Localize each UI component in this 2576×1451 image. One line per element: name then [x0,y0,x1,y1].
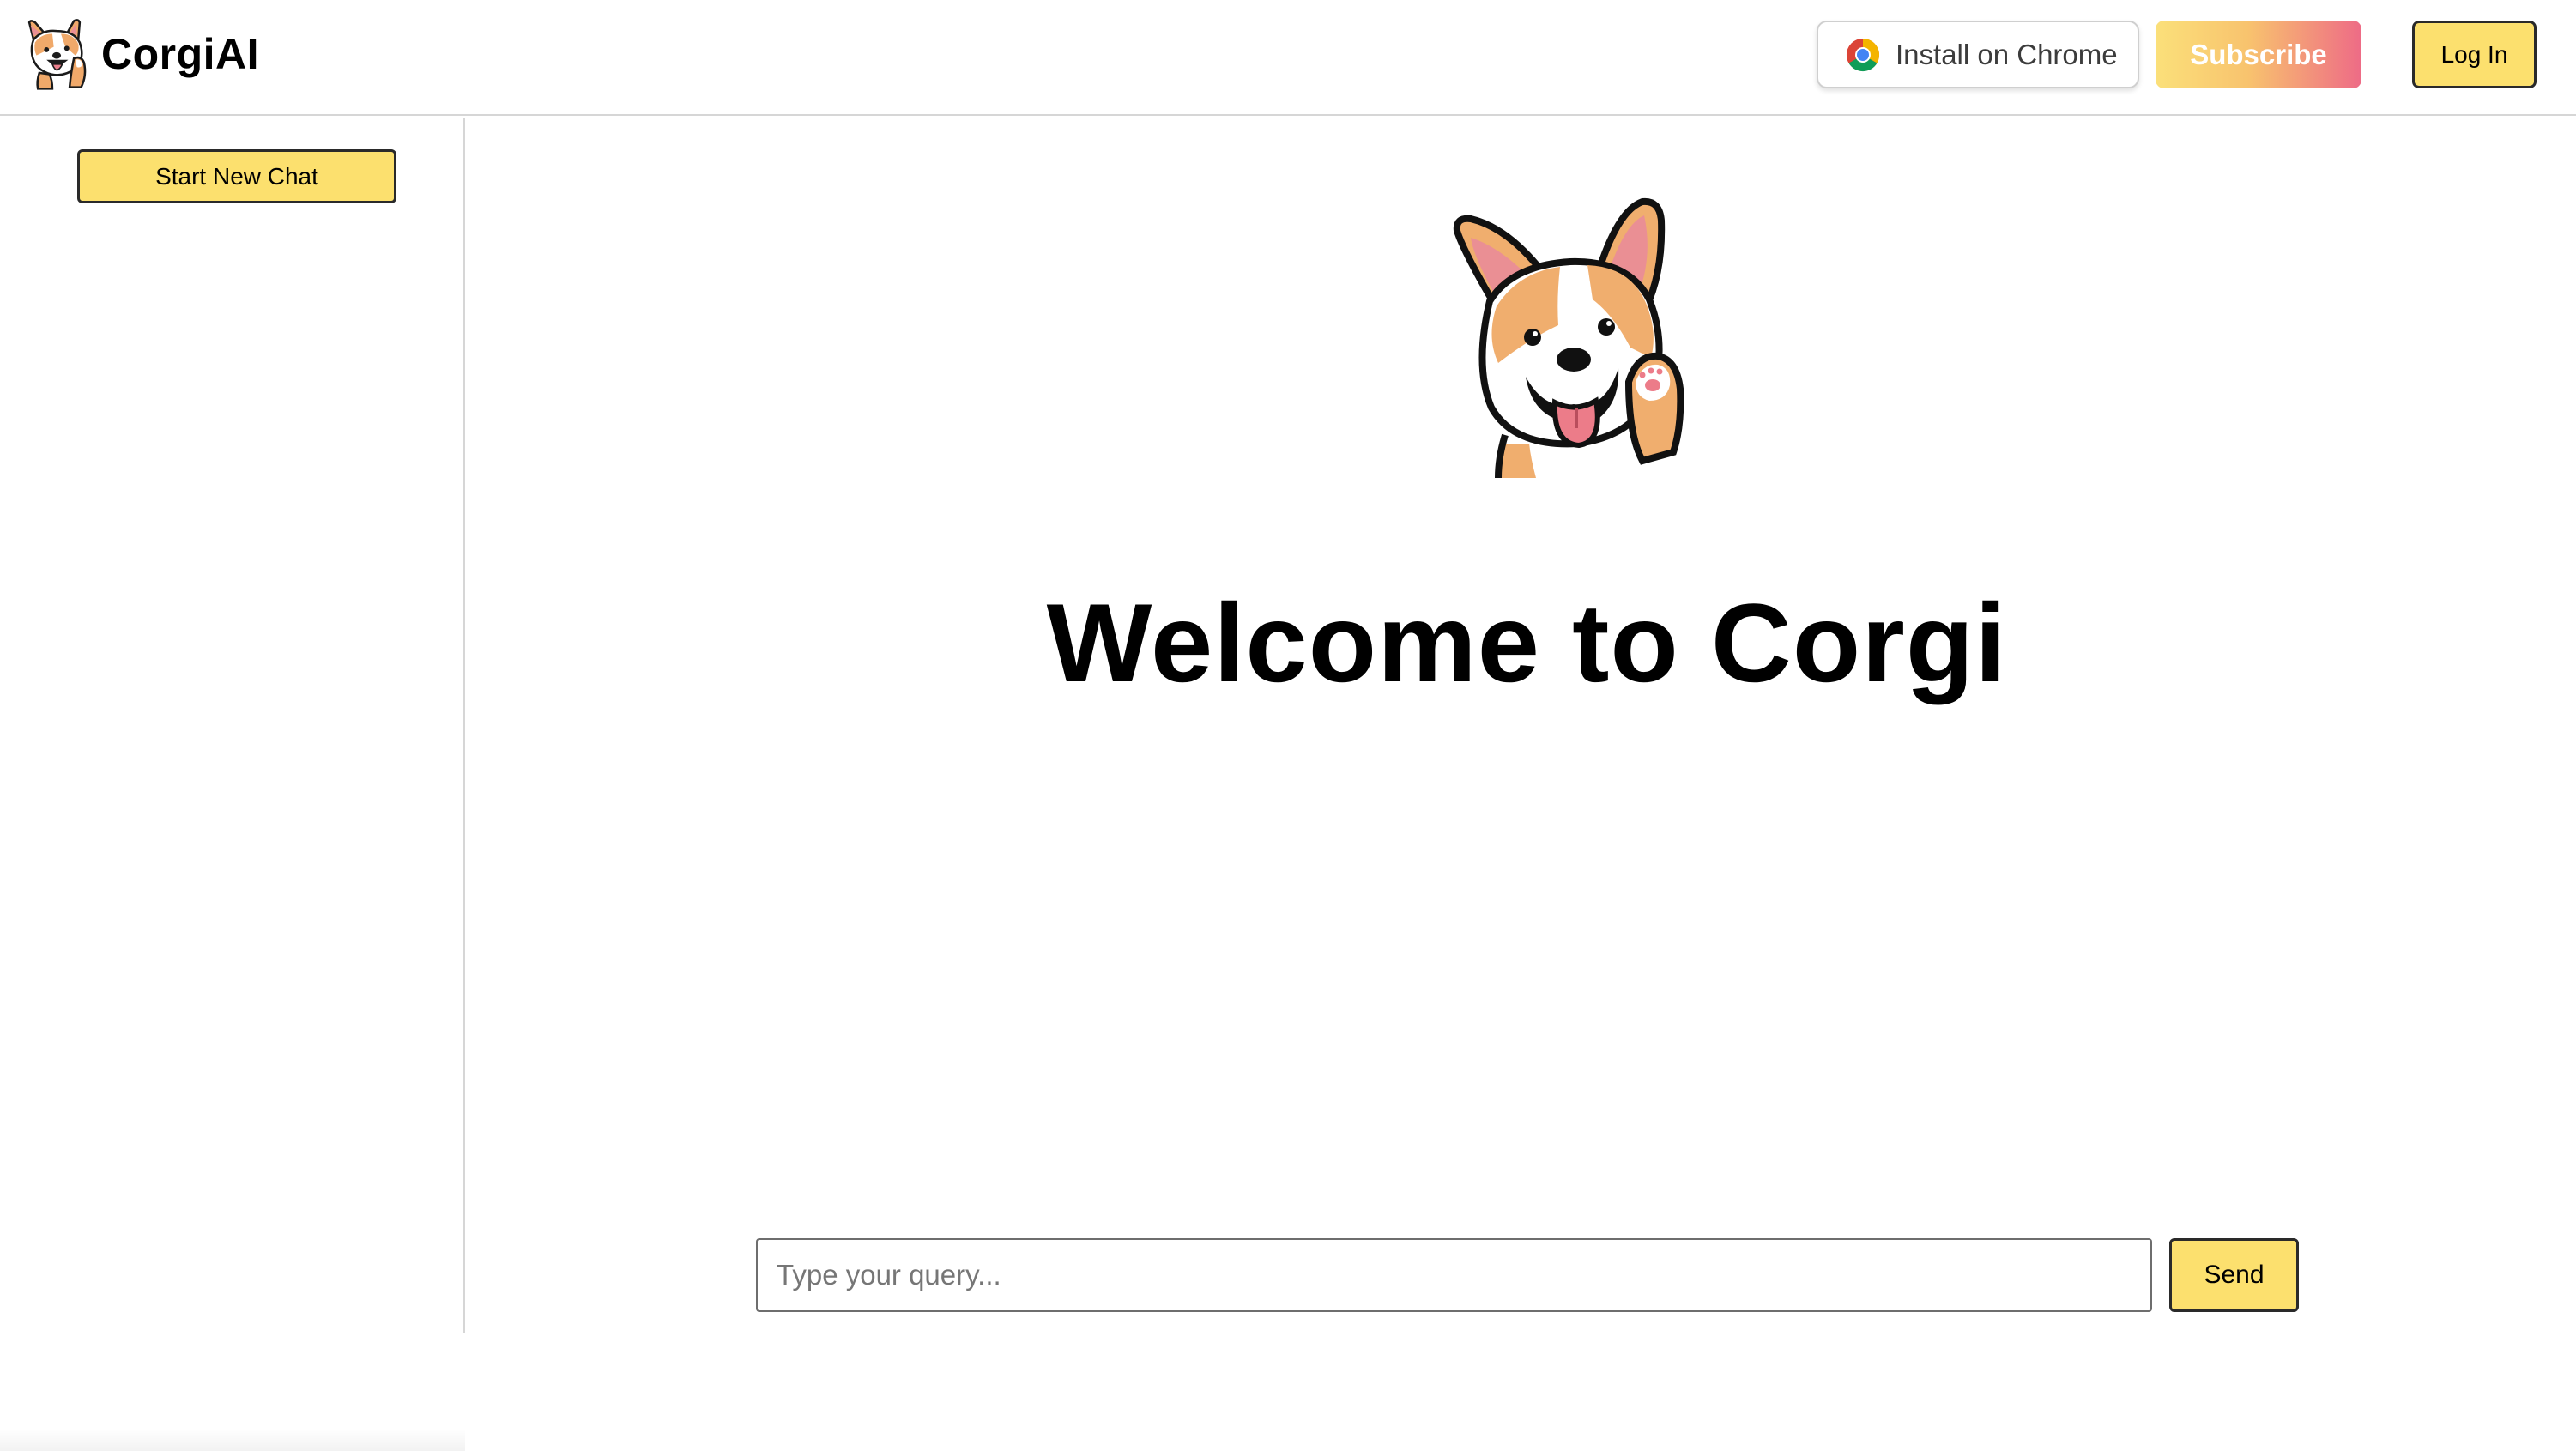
send-button[interactable]: Send [2169,1238,2299,1312]
main-content: Welcome to Corgi [467,118,2576,1333]
query-input[interactable] [756,1238,2152,1312]
chrome-icon [1846,38,1880,71]
welcome-title: Welcome to Corgi [1046,580,2007,705]
install-on-chrome-button[interactable]: Install on Chrome [1817,21,2139,88]
sidebar: Start New Chat [0,118,465,1451]
sidebar-bottom-shade [0,1429,465,1451]
log-in-button[interactable]: Log In [2412,21,2537,88]
brand-name: CorgiAI [101,30,260,78]
start-new-chat-button[interactable]: Start New Chat [77,149,396,203]
corgi-waving-icon [1453,197,1684,478]
subscribe-button[interactable]: Subscribe [2156,21,2361,88]
top-header: CorgiAI Install on Chrome Subscribe Log … [0,0,2576,116]
install-on-chrome-label: Install on Chrome [1896,38,2118,70]
brand[interactable]: CorgiAI [21,15,259,93]
corgi-logo-icon [27,19,87,90]
